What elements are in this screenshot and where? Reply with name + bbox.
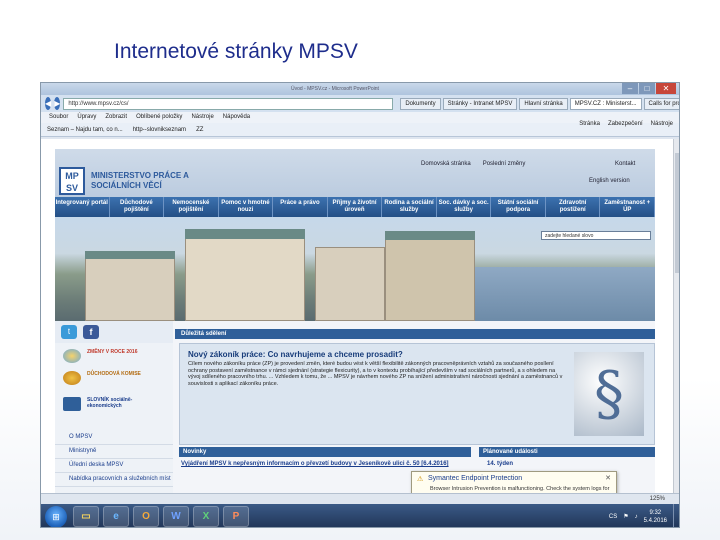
site-search-input[interactable]: zadejte hledané slovo [541, 231, 651, 240]
tab-intranet[interactable]: Stránky - Intranet MPSV [442, 97, 518, 110]
nav-soc-davky[interactable]: Soc. dávky a soc. služby [437, 197, 492, 217]
back-button[interactable]: ◀ [45, 97, 52, 110]
warning-icon: ⚠ [417, 476, 424, 483]
favorite-seznam[interactable]: Seznam – Najdu tam, co n... [47, 123, 123, 136]
event-item[interactable]: 14. týden [487, 461, 513, 467]
maximize-button[interactable]: □ [639, 83, 655, 94]
favorite-slovnik[interactable]: http--slovnikseznam [133, 123, 186, 136]
close-button[interactable]: ✕ [656, 83, 676, 94]
start-button[interactable]: ⊞ [45, 505, 67, 527]
section-news: Novinky [179, 447, 471, 457]
minimize-button[interactable]: – [622, 83, 638, 94]
page-viewport: MP SV MINISTERSTVO PRÁCE A SOCIÁLNÍCH VĚ… [41, 139, 679, 493]
link-recent-changes[interactable]: Poslední změny [483, 161, 526, 167]
link-english[interactable]: English version [589, 178, 630, 184]
tab-dokumenty[interactable]: Dokumenty [400, 97, 441, 110]
taskbar-explorer[interactable]: ▭ [73, 506, 99, 527]
menu-oblibene[interactable]: Oblíbené položky [136, 112, 182, 123]
facebook-icon[interactable]: f [83, 325, 99, 339]
taskbar-internet-explorer[interactable]: e [103, 506, 129, 527]
twitter-icon[interactable]: t [61, 325, 77, 339]
zoom-level[interactable]: 125% [650, 496, 665, 502]
section-important: Důležitá sdělení [175, 329, 655, 339]
browser-status-bar: 125% [41, 493, 679, 504]
clock-time: 9:32 [649, 509, 662, 516]
feature-title[interactable]: Nový zákoník práce: Co navrhujeme a chce… [188, 350, 568, 359]
feature-box: Nový zákoník práce: Co navrhujeme a chce… [179, 343, 655, 445]
taskbar-excel[interactable]: X [193, 506, 219, 527]
tab-strip: Dokumenty Stránky - Intranet MPSV Hlavní… [400, 97, 679, 110]
social-bar: t f [55, 321, 173, 343]
link-nabidka-mist[interactable]: Nabídka pracovních a služebních míst [55, 473, 173, 487]
paragraph-icon: § [574, 352, 644, 436]
tab-hlavni-stranka[interactable]: Hlavní stránka [519, 97, 568, 110]
duchodova-komise-icon [63, 371, 81, 385]
notification-title: Symantec Endpoint Protection [428, 475, 523, 482]
menu-napoveda[interactable]: Nápověda [223, 112, 250, 123]
favorite-zz[interactable]: ZZ [196, 123, 203, 136]
clock[interactable]: 9:32 5.4.2016 [644, 509, 667, 525]
command-stranka[interactable]: Stránka [579, 121, 600, 127]
left-links: O MPSV Ministryně Úřední deska MPSV Nabí… [55, 431, 173, 487]
tab-mpsv[interactable]: MPSV.CZ : Ministerst... [569, 97, 642, 110]
show-desktop-button[interactable] [673, 504, 679, 527]
nav-integrovany-portal[interactable]: Integrovaný portál [55, 197, 110, 217]
banner-photo: zadejte hledané slovo [55, 217, 655, 321]
nav-zamestnanost[interactable]: Zaměstnanost + ÚP [600, 197, 656, 217]
link-uredni-deska[interactable]: Úřední deska MPSV [55, 459, 173, 473]
command-zabezpeceni[interactable]: Zabezpečení [608, 121, 643, 127]
nav-rodina[interactable]: Rodina a sociální služby [382, 197, 437, 217]
slide-title: Internetové stránky MPSV [114, 40, 358, 63]
taskbar-word[interactable]: W [163, 506, 189, 527]
forward-button[interactable]: ▶ [54, 97, 61, 110]
link-o-mpsv[interactable]: O MPSV [55, 431, 173, 445]
mpsv-logo[interactable]: MP SV [59, 167, 85, 195]
site-header: MP SV MINISTERSTVO PRÁCE A SOCIÁLNÍCH VĚ… [55, 149, 656, 217]
nav-duchodove-pojisteni[interactable]: Důchodové pojištění [110, 197, 165, 217]
zmeny-logo-icon [63, 349, 81, 363]
link-contact[interactable]: Kontakt [615, 161, 635, 167]
mpsv-site: MP SV MINISTERSTVO PRÁCE A SOCIÁLNÍCH VĚ… [55, 149, 656, 493]
windows-taskbar: ⊞ ▭ e O W X P CS ⚑ ♪ 9:32 5.4.2016 [41, 504, 679, 527]
volume-icon[interactable]: ♪ [635, 514, 638, 520]
tray-flag-icon[interactable]: ⚑ [623, 513, 628, 520]
nav-zdravotni-postizeni[interactable]: Zdravotní postižení [546, 197, 601, 217]
vertical-scrollbar[interactable] [673, 139, 679, 493]
nav-prace-a-pravo[interactable]: Práce a právo [273, 197, 328, 217]
language-indicator[interactable]: CS [609, 514, 617, 520]
address-bar: ◀ ▶ http://www.mpsv.cz/cs/ Dokumenty Str… [41, 95, 679, 112]
book-icon [63, 397, 81, 411]
top-links: Domovská stránka Poslední změny Kontakt [421, 161, 635, 167]
taskbar-outlook[interactable]: O [133, 506, 159, 527]
link-ministryne[interactable]: Ministryně [55, 445, 173, 459]
section-events: Plánované události [479, 447, 655, 457]
nav-nemocenske-pojisteni[interactable]: Nemocenské pojištění [164, 197, 219, 217]
system-tray: CS ⚑ ♪ 9:32 5.4.2016 [609, 509, 673, 525]
river [475, 267, 655, 321]
ministry-name: MINISTERSTVO PRÁCE A SOCIÁLNÍCH VĚCÍ [91, 171, 189, 190]
link-home[interactable]: Domovská stránka [421, 161, 471, 167]
window-titlebar: Úvod - MPSV.cz - Microsoft PowerPoint – … [41, 83, 679, 95]
window-title: Úvod - MPSV.cz - Microsoft PowerPoint [291, 86, 379, 92]
nav-prijmy[interactable]: Příjmy a životní úroveň [328, 197, 383, 217]
feature-text: Cílem nového zákoníku práce (ZP) je prov… [188, 361, 563, 387]
taskbar-powerpoint[interactable]: P [223, 506, 249, 527]
command-bar: Stránka Zabezpečení Nástroje [579, 121, 673, 127]
news-item[interactable]: Vyjádření MPSV k nepřesným informacím o … [181, 461, 471, 468]
browser-screenshot: Úvod - MPSV.cz - Microsoft PowerPoint – … [40, 82, 680, 528]
menu-nastroje[interactable]: Nástroje [191, 112, 213, 123]
command-nastroje[interactable]: Nástroje [651, 121, 673, 127]
menu-upravy[interactable]: Úpravy [77, 112, 96, 123]
menu-zobrazit[interactable]: Zobrazit [105, 112, 127, 123]
tab-calls-for-proposals[interactable]: Calls for proposals - E... [643, 97, 679, 110]
menu-soubor[interactable]: Soubor [49, 112, 68, 123]
nav-hmotna-nouze[interactable]: Pomoc v hmotné nouzi [219, 197, 274, 217]
main-navigation: Integrovaný portál Důchodové pojištění N… [55, 197, 656, 217]
notification-close-icon[interactable]: ✕ [605, 474, 611, 482]
url-field[interactable]: http://www.mpsv.cz/cs/ [63, 97, 394, 110]
clock-date: 5.4.2016 [643, 517, 667, 524]
nav-statni-podpora[interactable]: Státní sociální podpora [491, 197, 546, 217]
